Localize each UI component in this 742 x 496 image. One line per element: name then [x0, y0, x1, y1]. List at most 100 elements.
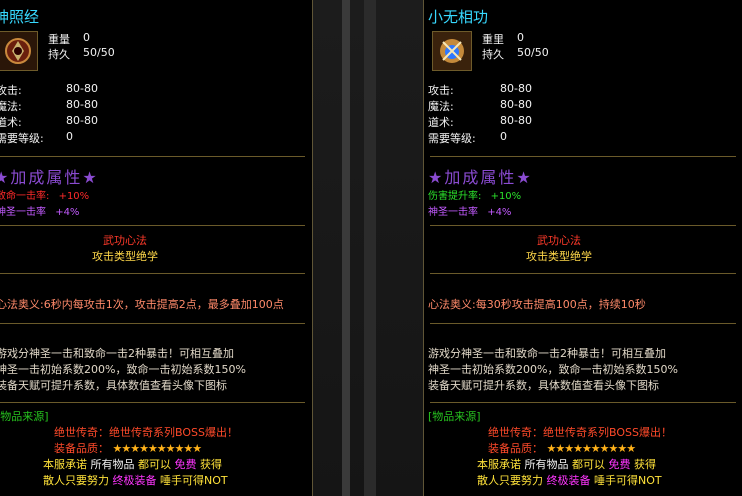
- effort-b: 终极装备: [546, 474, 591, 487]
- bonus-value: +10%: [58, 191, 90, 202]
- stat-label: 魔法:: [428, 100, 454, 113]
- stat-value: 0: [500, 130, 507, 143]
- divider: [0, 273, 305, 274]
- bonus-label: 神圣一击率: [428, 207, 478, 218]
- promise-d: 免费: [174, 458, 197, 471]
- promise-c: 都可以: [138, 458, 171, 471]
- bonus-value: +4%: [55, 207, 80, 218]
- divider: [0, 323, 305, 324]
- item-tooltip-left: 神照经 重量 0 持久 50/50 攻击: 80-80 魔法: 80-80 道术…: [0, 0, 313, 496]
- stat-value: 80-80: [66, 82, 98, 95]
- info-line: 装备天赋可提升系数，具体数值查看头像下图标: [428, 379, 659, 392]
- rune-book-icon: [0, 31, 38, 71]
- quality-label: 装备品质：: [488, 442, 543, 455]
- stat-value: 80-80: [66, 114, 98, 127]
- item-title: 神照经: [0, 8, 40, 26]
- weight-value: 0: [83, 31, 90, 44]
- info-line: 神圣一击初始系数200%，致命一击初始系数150%: [428, 363, 678, 376]
- promise-a: 本服承诺: [477, 458, 521, 471]
- stat-label: 需要等级:: [0, 132, 44, 145]
- weight-label: 重量: [48, 33, 70, 46]
- quality-stars: ★★★★★★★★★★: [112, 442, 203, 455]
- stat-label: 道术:: [0, 116, 22, 129]
- item-tooltip-stage: 神照经 重量 0 持久 50/50 攻击: 80-80 魔法: 80-80 道术…: [0, 0, 742, 496]
- divider: [430, 323, 736, 324]
- effort-a: 散人只要努力: [477, 474, 543, 487]
- bonus-line-holy: 神圣一击率 +4%: [0, 203, 79, 218]
- stat-row-level: 需要等级: 0: [0, 130, 73, 146]
- stat-row-taoism: 道术: 80-80: [428, 114, 532, 130]
- promise-line: 本服承诺 所有物品 都可以 免费 获得: [43, 456, 222, 472]
- stat-label: 攻击:: [0, 84, 22, 97]
- quality-row: 装备品质： ★★★★★★★★★★: [54, 440, 203, 456]
- effort-b: 终极装备: [112, 474, 157, 487]
- stat-row-level: 需要等级: 0: [428, 130, 507, 146]
- divider: [0, 156, 305, 157]
- effort-c: 唾手可得NOT: [594, 474, 662, 487]
- stat-label: 攻击:: [428, 84, 454, 97]
- divider: [430, 225, 736, 226]
- promise-d: 免费: [608, 458, 631, 471]
- stat-value: 80-80: [500, 98, 532, 111]
- bonus-title: ★加成属性★: [0, 168, 99, 187]
- effort-a: 散人只要努力: [43, 474, 109, 487]
- stat-value: 80-80: [500, 114, 532, 127]
- info-line: 神圣一击初始系数200%，致命一击初始系数150%: [0, 363, 246, 376]
- quality-stars: ★★★★★★★★★★: [546, 442, 637, 455]
- stat-label: 魔法:: [0, 100, 22, 113]
- info-line: 游戏分神圣一击和致命一击2种暴击！可相互叠加: [428, 347, 666, 360]
- bonus-line-crit: 致命一击率: +10%: [0, 187, 89, 202]
- stat-value: 0: [66, 130, 73, 143]
- item-tooltip-right: 小无相功 重里 0 持久 50/50 攻击: 80-80 魔法: 80-80 道…: [423, 0, 742, 496]
- durability-label: 持久: [48, 48, 70, 61]
- weight-label: 重里: [482, 33, 504, 46]
- quality-row: 装备品质： ★★★★★★★★★★: [488, 440, 637, 456]
- durability-value: 50/50: [517, 46, 549, 59]
- source-line: 绝世传奇：绝世传奇系列BOSS爆出！: [488, 426, 672, 439]
- item-title: 小无相功: [428, 8, 489, 26]
- stat-row-magic: 魔法: 80-80: [0, 98, 98, 114]
- skill-desc: 心法奥义:6秒内每攻击1次，攻击提高2点，最多叠加100点: [0, 298, 284, 311]
- stat-label: 需要等级:: [428, 132, 476, 145]
- promise-b: 所有物品: [90, 458, 135, 471]
- divider: [430, 273, 736, 274]
- effort-line: 散人只要努力 终极装备 唾手可得NOT: [477, 472, 662, 488]
- promise-e: 获得: [634, 458, 656, 471]
- stat-row-taoism: 道术: 80-80: [0, 114, 98, 130]
- effort-line: 散人只要努力 终极装备 唾手可得NOT: [43, 472, 228, 488]
- stat-value: 80-80: [66, 98, 98, 111]
- scrollbar-track[interactable]: [342, 0, 350, 496]
- skill-type-sub: 攻击类型绝学: [526, 250, 592, 263]
- source-line: 绝世传奇：绝世传奇系列BOSS爆出！: [54, 426, 238, 439]
- source-title: [物品来源]: [428, 410, 481, 423]
- panel-gap: [313, 0, 423, 496]
- weight-value: 0: [517, 31, 524, 44]
- durability-value: 50/50: [83, 46, 115, 59]
- promise-c: 都可以: [572, 458, 605, 471]
- effort-c: 唾手可得NOT: [160, 474, 228, 487]
- scrollbar-track[interactable]: [364, 0, 376, 496]
- bonus-label: 伤害提升率:: [428, 191, 482, 202]
- stat-label: 道术:: [428, 116, 454, 129]
- stat-row-magic: 魔法: 80-80: [428, 98, 532, 114]
- promise-line: 本服承诺 所有物品 都可以 免费 获得: [477, 456, 656, 472]
- stat-row-attack: 攻击: 80-80: [0, 82, 98, 98]
- stat-value: 80-80: [500, 82, 532, 95]
- bonus-title: ★加成属性★: [428, 168, 533, 187]
- quality-label: 装备品质：: [54, 442, 109, 455]
- blue-orb-spell-icon: [432, 31, 472, 71]
- promise-e: 获得: [200, 458, 222, 471]
- info-line: 游戏分神圣一击和致命一击2种暴击！可相互叠加: [0, 347, 234, 360]
- skill-type-sub: 攻击类型绝学: [92, 250, 158, 263]
- stat-row-attack: 攻击: 80-80: [428, 82, 532, 98]
- bonus-line-damage: 伤害提升率: +10%: [428, 187, 521, 202]
- bonus-line-holy: 神圣一击率 +4%: [428, 203, 511, 218]
- source-title: [物品来源]: [0, 410, 49, 423]
- divider: [0, 402, 305, 403]
- skill-type-title: 武功心法: [103, 234, 147, 247]
- durability-label: 持久: [482, 48, 504, 61]
- divider: [430, 156, 736, 157]
- promise-a: 本服承诺: [43, 458, 87, 471]
- divider: [0, 225, 305, 226]
- bonus-label: 神圣一击率: [0, 207, 46, 218]
